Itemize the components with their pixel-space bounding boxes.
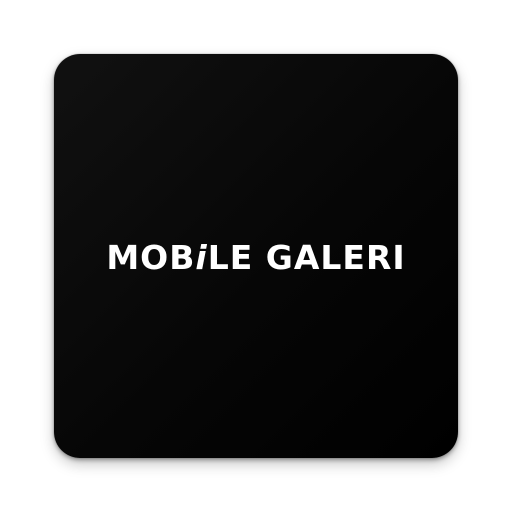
wordmark-part-1: MOB (106, 237, 196, 277)
wordmark-stylized-i: i (195, 237, 208, 277)
app-icon[interactable]: MOBiLE GALERI (54, 54, 458, 458)
canvas: MOBiLE GALERI (0, 0, 512, 512)
wordmark-part-2: LE GALERI (207, 237, 406, 277)
brand-wordmark: MOBiLE GALERI (106, 241, 405, 274)
